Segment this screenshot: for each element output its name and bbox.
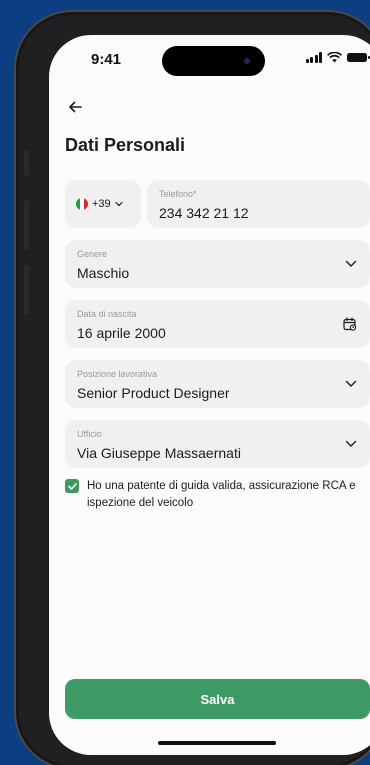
license-consent-row: Ho una patente di guida valida, assicura… — [65, 478, 370, 512]
home-indicator — [158, 741, 276, 745]
job-position-select[interactable]: Posizione lavorativa Senior Product Desi… — [65, 360, 370, 408]
battery-icon — [347, 53, 370, 62]
field-label: Posizione lavorativa — [77, 369, 158, 379]
consent-text: Ho una patente di guida valida, assicura… — [87, 480, 356, 509]
signal-icon — [305, 52, 322, 63]
side-button — [24, 200, 29, 250]
field-value: Via Giuseppe Massaernati — [77, 445, 241, 461]
license-checkbox[interactable] — [65, 479, 79, 493]
chevron-down-icon — [115, 201, 123, 207]
country-prefix: +39 — [92, 198, 111, 210]
checkmark-icon — [67, 482, 77, 490]
phone-frame: 9:41 Dati Personali +39 Telefono* 234 34… — [14, 10, 370, 765]
chevron-down-icon — [345, 380, 357, 387]
save-button[interactable]: Salva — [65, 679, 370, 719]
field-label: Ufficio — [77, 429, 102, 439]
country-code-selector[interactable]: +39 — [65, 180, 141, 228]
calendar-icon[interactable] — [343, 317, 357, 331]
chevron-down-icon — [345, 260, 357, 267]
side-button — [24, 265, 29, 315]
status-time: 9:41 — [91, 51, 122, 68]
italy-flag-icon — [76, 198, 88, 210]
field-value: Senior Product Designer — [77, 385, 230, 401]
office-select[interactable]: Ufficio Via Giuseppe Massaernati — [65, 420, 370, 468]
field-label: Telefono* — [159, 189, 197, 199]
field-value: 16 aprile 2000 — [77, 325, 166, 341]
field-label: Data di nascita — [77, 309, 137, 319]
side-button — [24, 150, 29, 176]
chevron-down-icon — [345, 440, 357, 447]
phone-screen: 9:41 Dati Personali +39 Telefono* 234 34… — [49, 35, 370, 755]
status-icons — [305, 52, 370, 63]
field-label: Genere — [77, 249, 108, 259]
back-arrow-icon — [69, 101, 82, 113]
page-title: Dati Personali — [65, 135, 186, 155]
birth-date-field[interactable]: Data di nascita 16 aprile 2000 — [65, 300, 370, 348]
gender-select[interactable]: Genere Maschio — [65, 240, 370, 288]
phone-number-field[interactable]: Telefono* 234 342 21 12 — [147, 180, 370, 228]
field-value: Maschio — [77, 265, 130, 281]
status-bar: 9:41 — [49, 35, 370, 85]
back-button[interactable] — [63, 95, 87, 119]
dynamic-island — [162, 46, 265, 76]
wifi-icon — [327, 52, 342, 63]
field-value: 234 342 21 12 — [159, 205, 249, 221]
